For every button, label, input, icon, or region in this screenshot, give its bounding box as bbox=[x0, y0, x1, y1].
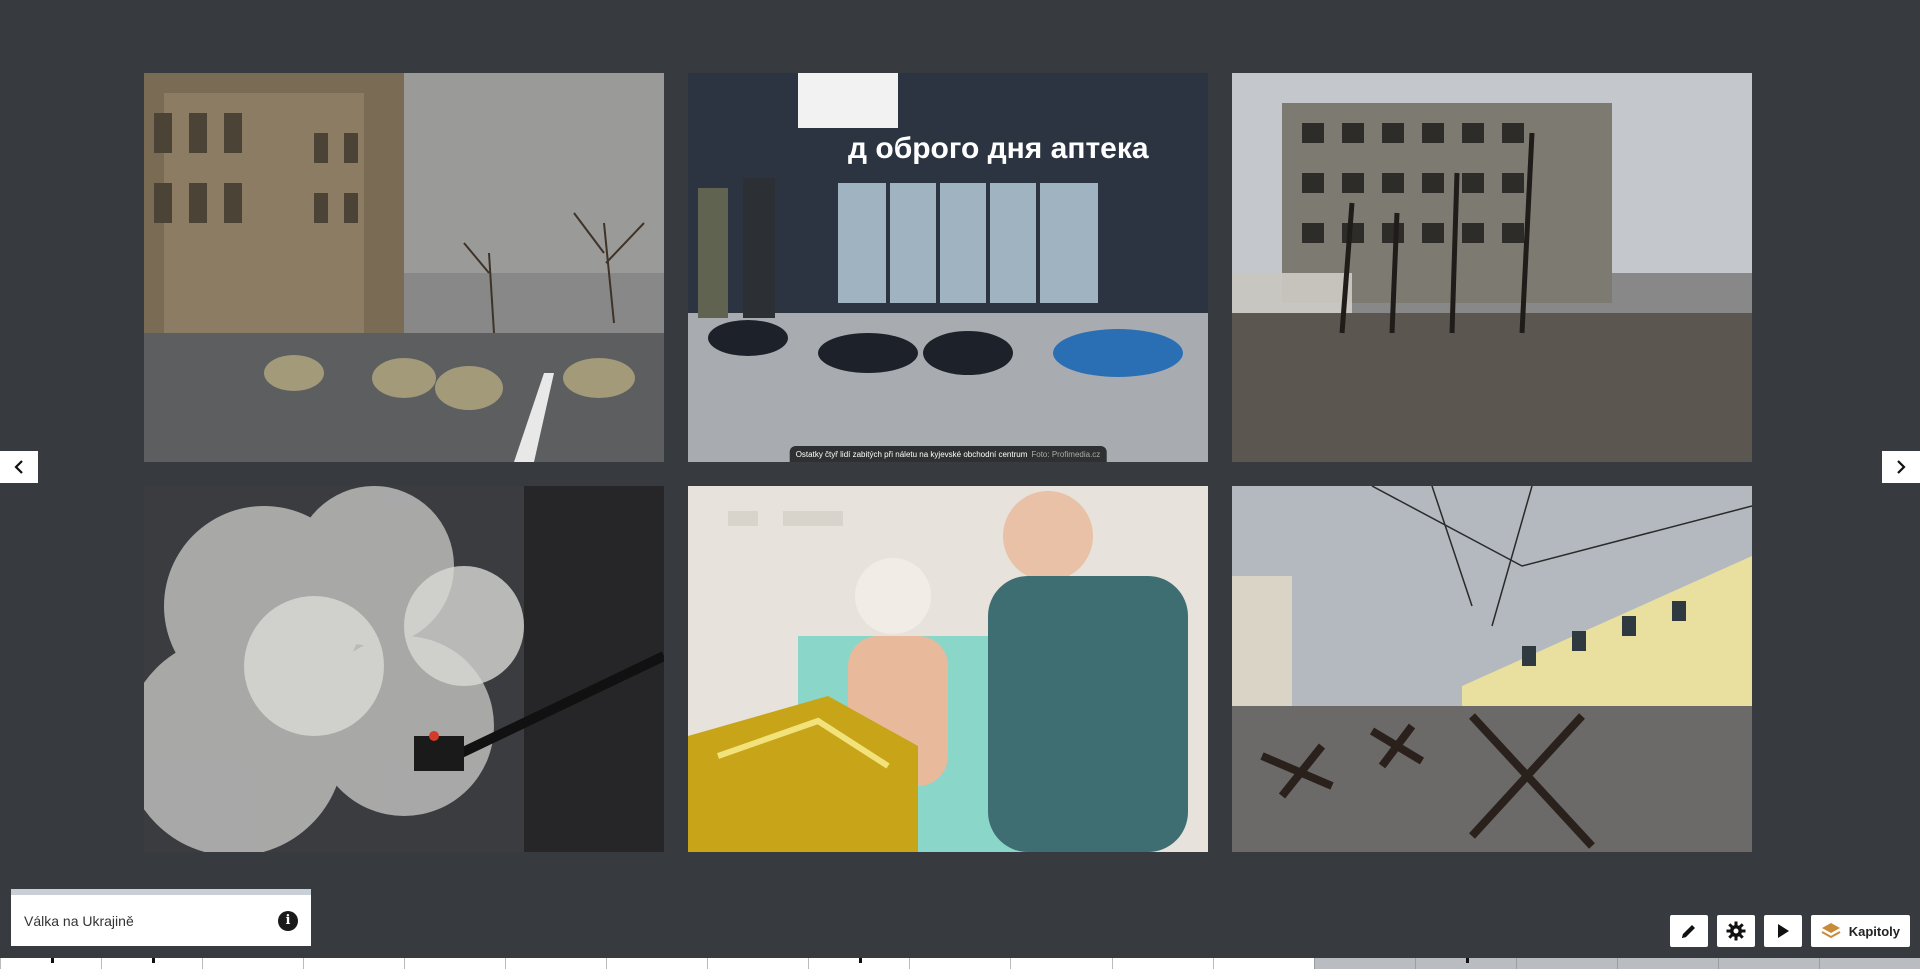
chapters-button[interactable]: Kapitoly bbox=[1810, 915, 1910, 947]
timeline-segment[interactable] bbox=[1515, 958, 1617, 969]
timeline-segment[interactable] bbox=[1313, 958, 1415, 969]
info-icon[interactable]: i bbox=[278, 910, 298, 931]
timeline-segment[interactable] bbox=[1717, 958, 1819, 969]
timeline-segment[interactable] bbox=[1616, 958, 1718, 969]
timeline-segment[interactable] bbox=[0, 958, 102, 969]
gallery-photo[interactable]: д обрoго дня аптека Ostatky čtyř lidí za… bbox=[688, 73, 1208, 462]
gallery-photo[interactable] bbox=[1232, 73, 1752, 462]
chevron-right-icon bbox=[1897, 460, 1906, 474]
timeline-segment[interactable] bbox=[202, 958, 304, 969]
gallery-photo[interactable] bbox=[144, 486, 664, 852]
settings-button[interactable] bbox=[1716, 915, 1755, 947]
gallery-photo[interactable] bbox=[1232, 486, 1752, 852]
edit-button[interactable] bbox=[1669, 915, 1708, 947]
gear-icon bbox=[1726, 921, 1746, 941]
toolbar: Kapitoly bbox=[1669, 915, 1910, 947]
previous-arrow-button[interactable] bbox=[0, 451, 38, 483]
timeline-segment[interactable] bbox=[1818, 958, 1920, 969]
timeline-segment[interactable] bbox=[909, 958, 1011, 969]
gallery-photo[interactable] bbox=[144, 73, 664, 462]
timeline-segment[interactable] bbox=[505, 958, 607, 969]
photo-caption: Ostatky čtyř lidí zabitých při náletu na… bbox=[789, 446, 1107, 462]
timeline-segment[interactable] bbox=[1414, 958, 1516, 969]
next-arrow-button[interactable] bbox=[1882, 451, 1920, 483]
chevron-left-icon bbox=[14, 460, 23, 474]
photo-gallery: д обрoго дня аптека Ostatky čtyř lidí za… bbox=[144, 73, 1752, 852]
timeline-segment[interactable] bbox=[1212, 958, 1314, 969]
story-timeline bbox=[0, 958, 1920, 969]
timeline-segment[interactable] bbox=[404, 958, 506, 969]
story-title-panel: Válka na Ukrajině i bbox=[11, 889, 311, 946]
story-title: Válka na Ukrajině bbox=[24, 912, 134, 929]
chapters-label: Kapitoly bbox=[1848, 923, 1900, 939]
timeline-segment[interactable] bbox=[808, 958, 910, 969]
layers-icon bbox=[1821, 923, 1841, 939]
play-icon bbox=[1777, 924, 1789, 938]
timeline-segment[interactable] bbox=[606, 958, 708, 969]
timeline-segment[interactable] bbox=[1111, 958, 1213, 969]
gallery-photo[interactable] bbox=[688, 486, 1208, 852]
pencil-icon bbox=[1681, 925, 1695, 938]
photo-credit: Foto: Profimedia.cz bbox=[1031, 450, 1101, 459]
timeline-segment[interactable] bbox=[303, 958, 405, 969]
timeline-segment[interactable] bbox=[101, 958, 203, 969]
timeline-segment[interactable] bbox=[707, 958, 809, 969]
play-button[interactable] bbox=[1763, 915, 1802, 947]
svg-text:д обрoго дня аптека: д обрoго дня аптека bbox=[848, 132, 1149, 165]
timeline-segment[interactable] bbox=[1010, 958, 1112, 969]
